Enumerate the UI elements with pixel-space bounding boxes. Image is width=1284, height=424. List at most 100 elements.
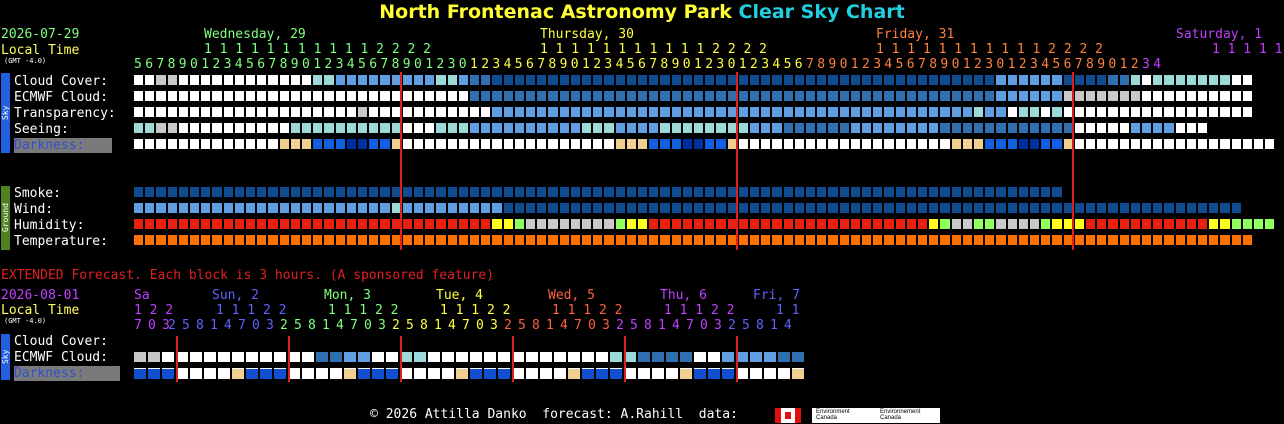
ecmwf-cloud-block[interactable] [1041, 91, 1051, 101]
wind-block[interactable] [1108, 203, 1118, 213]
humidity-block[interactable] [1030, 219, 1040, 229]
ext-darkness-block[interactable] [442, 369, 454, 379]
humidity-block[interactable] [593, 219, 603, 229]
seeing-block[interactable] [481, 123, 491, 133]
darkness-block[interactable] [402, 139, 412, 149]
wind-block[interactable] [470, 203, 480, 213]
cloud-cover-block[interactable] [1142, 75, 1152, 85]
temperature-block[interactable] [895, 235, 905, 245]
cloud-cover-block[interactable] [167, 75, 177, 85]
humidity-block[interactable] [537, 219, 547, 229]
temperature-block[interactable] [234, 235, 244, 245]
wind-block[interactable] [380, 203, 390, 213]
ext-cloud-cover-block[interactable] [134, 352, 146, 362]
ecmwf-cloud-block[interactable] [246, 91, 256, 101]
smoke-block[interactable] [1041, 187, 1051, 197]
darkness-block[interactable] [1220, 139, 1230, 149]
transparency-block[interactable] [649, 107, 659, 117]
ecmwf-cloud-block[interactable] [559, 91, 569, 101]
cloud-cover-block[interactable] [492, 75, 502, 85]
ext-cloud-cover-block[interactable] [204, 352, 216, 362]
darkness-block[interactable] [1119, 139, 1129, 149]
cloud-cover-block[interactable] [1074, 75, 1084, 85]
seeing-block[interactable] [649, 123, 659, 133]
cloud-cover-block[interactable] [458, 75, 468, 85]
temperature-block[interactable] [402, 235, 412, 245]
transparency-block[interactable] [1108, 107, 1118, 117]
darkness-block[interactable] [559, 139, 569, 149]
wind-block[interactable] [615, 203, 625, 213]
darkness-block[interactable] [167, 139, 177, 149]
humidity-block[interactable] [212, 219, 222, 229]
seeing-block[interactable] [145, 123, 155, 133]
seeing-block[interactable] [559, 123, 569, 133]
wind-block[interactable] [1041, 203, 1051, 213]
temperature-block[interactable] [761, 235, 771, 245]
temperature-block[interactable] [828, 235, 838, 245]
ecmwf-cloud-block[interactable] [593, 91, 603, 101]
darkness-block[interactable] [447, 139, 457, 149]
temperature-block[interactable] [1018, 235, 1028, 245]
ecmwf-cloud-block[interactable] [470, 91, 480, 101]
transparency-block[interactable] [447, 107, 457, 117]
ecmwf-cloud-block[interactable] [750, 91, 760, 101]
seeing-block[interactable] [682, 123, 692, 133]
smoke-block[interactable] [279, 187, 289, 197]
temperature-block[interactable] [481, 235, 491, 245]
seeing-block[interactable] [1007, 123, 1017, 133]
seeing-block[interactable] [1018, 123, 1028, 133]
ext-darkness-block[interactable] [414, 369, 426, 379]
smoke-block[interactable] [335, 187, 345, 197]
darkness-block[interactable] [212, 139, 222, 149]
seeing-block[interactable] [268, 123, 278, 133]
ext-cloud-cover-block[interactable] [792, 352, 804, 362]
cloud-cover-block[interactable] [447, 75, 457, 85]
temperature-block[interactable] [548, 235, 558, 245]
ext-cloud-cover-block[interactable] [316, 352, 328, 362]
transparency-block[interactable] [761, 107, 771, 117]
cloud-cover-block[interactable] [1052, 75, 1062, 85]
humidity-block[interactable] [156, 219, 166, 229]
ext-row-label-cloud-cover[interactable]: Cloud Cover: [14, 334, 108, 349]
seeing-block[interactable] [985, 123, 995, 133]
transparency-block[interactable] [1220, 107, 1230, 117]
wind-block[interactable] [738, 203, 748, 213]
humidity-block[interactable] [257, 219, 267, 229]
smoke-block[interactable] [156, 187, 166, 197]
ecmwf-cloud-block[interactable] [638, 91, 648, 101]
wind-block[interactable] [1130, 203, 1140, 213]
humidity-block[interactable] [1108, 219, 1118, 229]
smoke-block[interactable] [234, 187, 244, 197]
smoke-block[interactable] [604, 187, 614, 197]
ecmwf-cloud-block[interactable] [358, 91, 368, 101]
smoke-block[interactable] [414, 187, 424, 197]
humidity-block[interactable] [369, 219, 379, 229]
temperature-block[interactable] [772, 235, 782, 245]
seeing-block[interactable] [1130, 123, 1140, 133]
humidity-block[interactable] [1074, 219, 1084, 229]
temperature-block[interactable] [178, 235, 188, 245]
darkness-block[interactable] [290, 139, 300, 149]
temperature-block[interactable] [1242, 235, 1252, 245]
seeing-block[interactable] [996, 123, 1006, 133]
darkness-block[interactable] [178, 139, 188, 149]
cloud-cover-block[interactable] [906, 75, 916, 85]
ecmwf-cloud-block[interactable] [873, 91, 883, 101]
ext-darkness-block[interactable] [344, 369, 356, 379]
temperature-block[interactable] [346, 235, 356, 245]
seeing-block[interactable] [962, 123, 972, 133]
humidity-block[interactable] [324, 219, 334, 229]
wind-block[interactable] [974, 203, 984, 213]
ecmwf-cloud-block[interactable] [940, 91, 950, 101]
humidity-block[interactable] [839, 219, 849, 229]
temperature-block[interactable] [1164, 235, 1174, 245]
cloud-cover-block[interactable] [156, 75, 166, 85]
smoke-block[interactable] [996, 187, 1006, 197]
transparency-block[interactable] [1018, 107, 1028, 117]
darkness-block[interactable] [1142, 139, 1152, 149]
darkness-block[interactable] [783, 139, 793, 149]
smoke-block[interactable] [884, 187, 894, 197]
temperature-block[interactable] [1030, 235, 1040, 245]
ecmwf-cloud-block[interactable] [537, 91, 547, 101]
temperature-block[interactable] [962, 235, 972, 245]
